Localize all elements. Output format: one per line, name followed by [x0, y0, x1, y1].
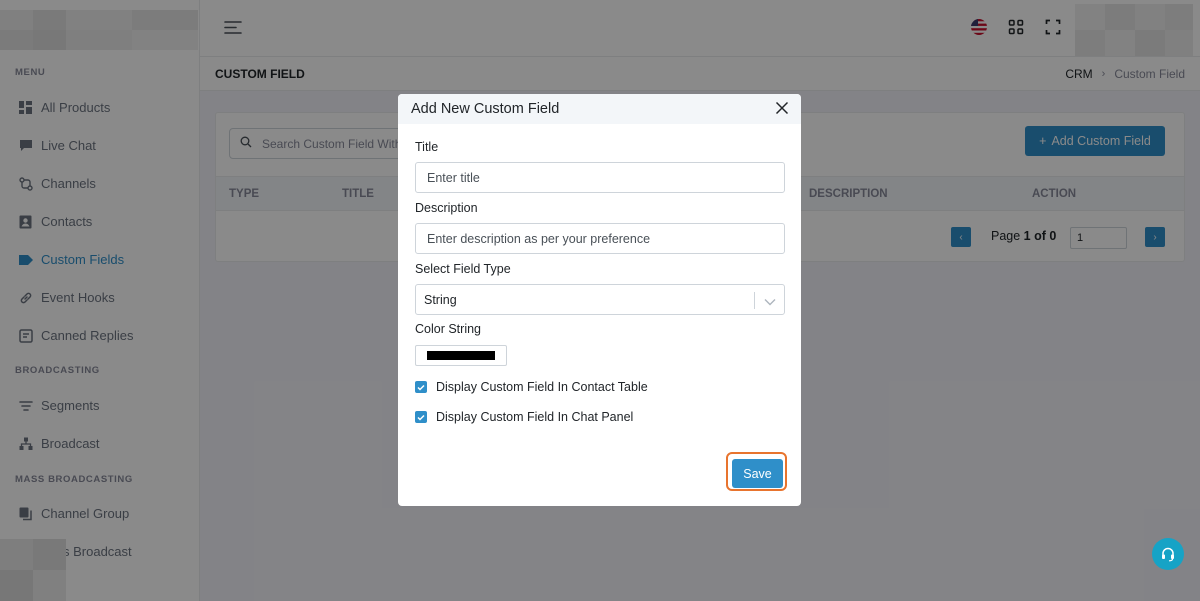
add-custom-field-modal: Add New Custom Field Title Description S…: [398, 94, 801, 506]
title-label: Title: [415, 140, 439, 154]
chat-panel-label: Display Custom Field In Chat Panel: [436, 410, 634, 424]
contact-table-option: Display Custom Field In Contact Table: [415, 380, 648, 394]
color-picker[interactable]: [415, 345, 507, 366]
chat-panel-option: Display Custom Field In Chat Panel: [415, 410, 633, 424]
contact-table-label: Display Custom Field In Contact Table: [436, 380, 648, 394]
chat-panel-checkbox[interactable]: [415, 411, 427, 423]
field-type-label: Select Field Type: [415, 262, 511, 276]
color-swatch: [427, 351, 495, 360]
description-label: Description: [415, 201, 478, 215]
chevron-down-icon: [764, 294, 776, 309]
color-string-label: Color String: [415, 322, 481, 336]
close-icon[interactable]: [775, 101, 789, 118]
modal-header: Add New Custom Field: [398, 94, 801, 124]
contact-table-checkbox[interactable]: [415, 381, 427, 393]
save-button[interactable]: Save: [732, 459, 783, 488]
description-input[interactable]: [415, 223, 785, 254]
field-type-value: String: [424, 293, 457, 307]
title-input[interactable]: [415, 162, 785, 193]
headset-icon: [1162, 547, 1174, 562]
help-button[interactable]: [1152, 538, 1184, 570]
field-type-select[interactable]: String: [415, 284, 785, 315]
modal-title: Add New Custom Field: [411, 101, 560, 117]
